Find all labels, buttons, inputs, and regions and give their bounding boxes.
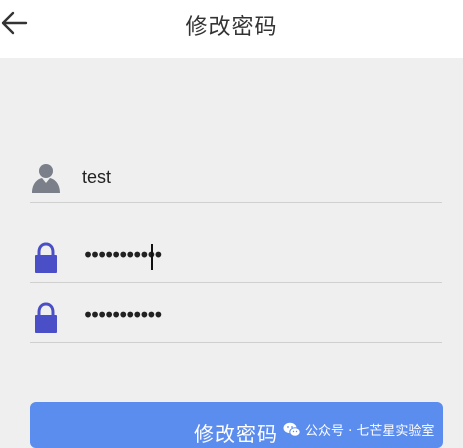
app-header: 修改密码: [0, 0, 463, 58]
password-value: •••••••••••: [82, 243, 164, 267]
watermark-text: 公众号 · 七芒星实验室: [305, 424, 435, 439]
confirm-password-field[interactable]: •••••••••••: [30, 298, 442, 343]
username-field[interactable]: test: [30, 158, 442, 203]
text-caret: [151, 244, 153, 270]
user-icon: [32, 164, 60, 193]
watermark: 公众号 · 七芒星实验室: [283, 420, 434, 439]
username-value: test: [82, 167, 112, 187]
lock-icon: [35, 302, 57, 333]
password-field[interactable]: •••••••••••: [30, 238, 442, 283]
submit-label: 修改密码: [194, 422, 278, 446]
confirm-password-value: •••••••••••: [82, 303, 164, 327]
lock-icon: [35, 242, 57, 273]
page-title: 修改密码: [185, 15, 278, 40]
wechat-icon: [283, 422, 301, 437]
